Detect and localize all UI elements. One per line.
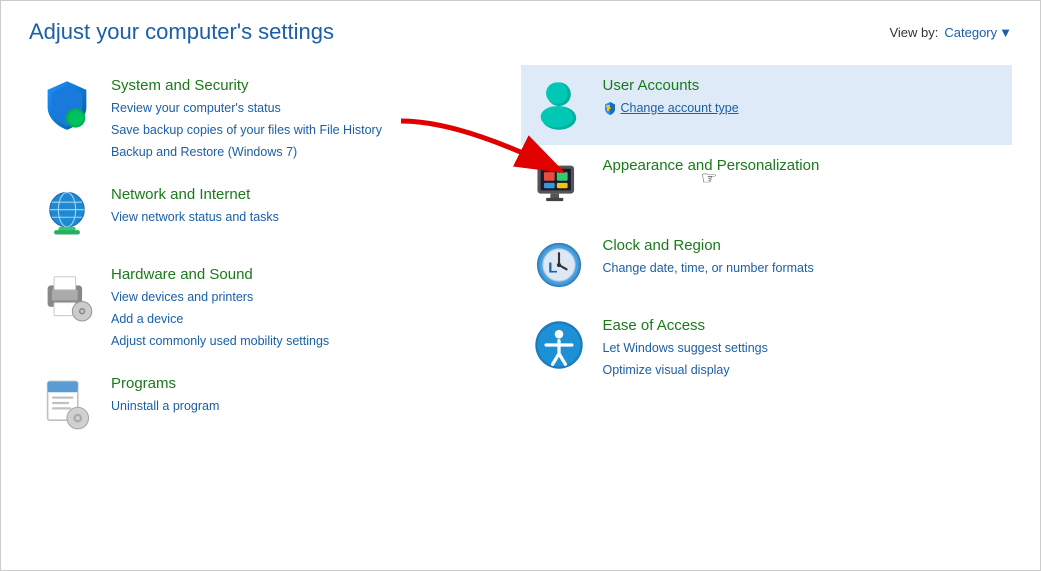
ease-icon [531,317,587,373]
add-device-link[interactable]: Add a device [111,309,329,329]
category-system-security[interactable]: System and Security Review your computer… [29,65,521,174]
programs-title: Programs [111,375,219,392]
network-internet-text: Network and Internet View network status… [111,186,279,227]
category-hardware-sound[interactable]: Hardware and Sound View devices and prin… [29,254,521,363]
clock-region-title: Clock and Region [603,237,814,254]
globe-icon [39,186,95,242]
mobility-settings-link[interactable]: Adjust commonly used mobility settings [111,331,329,351]
review-status-link[interactable]: Review your computer's status [111,98,382,118]
user-accounts-title: User Accounts [603,77,739,94]
svg-text:L: L [548,260,557,277]
suggest-settings-link[interactable]: Let Windows suggest settings [603,338,768,358]
system-security-title: System and Security [111,77,382,94]
ease-of-access-text: Ease of Access Let Windows suggest setti… [603,317,768,380]
user-accounts-icon [531,77,587,133]
uninstall-link[interactable]: Uninstall a program [111,396,219,416]
clock-icon: L [531,237,587,293]
category-clock-region[interactable]: L Clock and Region Change date, time, or… [521,225,1013,305]
file-history-link[interactable]: Save backup copies of your files with Fi… [111,120,382,140]
page-header: Adjust your computer's settings View by:… [1,1,1040,55]
main-content: System and Security Review your computer… [1,55,1040,453]
appearance-text: Appearance and Personalization [603,157,820,176]
system-security-text: System and Security Review your computer… [111,77,382,162]
appearance-icon [531,157,587,213]
network-status-link[interactable]: View network status and tasks [111,207,279,227]
view-by-control: View by: Category ▼ [889,25,1012,40]
date-time-link[interactable]: Change date, time, or number formats [603,258,814,278]
view-by-label: View by: [889,25,938,40]
hardware-sound-title: Hardware and Sound [111,266,329,283]
visual-display-link[interactable]: Optimize visual display [603,360,768,380]
view-by-dropdown[interactable]: Category ▼ [944,25,1012,40]
shield-icon [39,77,95,133]
ease-of-access-title: Ease of Access [603,317,768,334]
printer-icon [39,266,95,322]
devices-printers-link[interactable]: View devices and printers [111,287,329,307]
programs-icon [39,375,95,431]
category-user-accounts[interactable]: User Accounts Change ac [521,65,1013,145]
programs-text: Programs Uninstall a program [111,375,219,416]
right-column: User Accounts Change ac [521,65,1013,443]
network-internet-title: Network and Internet [111,186,279,203]
category-programs[interactable]: Programs Uninstall a program [29,363,521,443]
hardware-sound-text: Hardware and Sound View devices and prin… [111,266,329,351]
change-account-type-link[interactable]: Change account type [621,98,739,118]
clock-region-text: Clock and Region Change date, time, or n… [603,237,814,278]
backup-restore-link[interactable]: Backup and Restore (Windows 7) [111,142,382,162]
category-network-internet[interactable]: Network and Internet View network status… [29,174,521,254]
left-column: System and Security Review your computer… [29,65,521,443]
user-accounts-text: User Accounts Change ac [603,77,739,118]
category-ease-of-access[interactable]: Ease of Access Let Windows suggest setti… [521,305,1013,392]
uac-shield-icon [603,101,617,115]
chevron-down-icon: ▼ [999,25,1012,40]
appearance-title: Appearance and Personalization [603,157,820,174]
page-title: Adjust your computer's settings [29,19,334,45]
category-appearance[interactable]: Appearance and Personalization [521,145,1013,225]
